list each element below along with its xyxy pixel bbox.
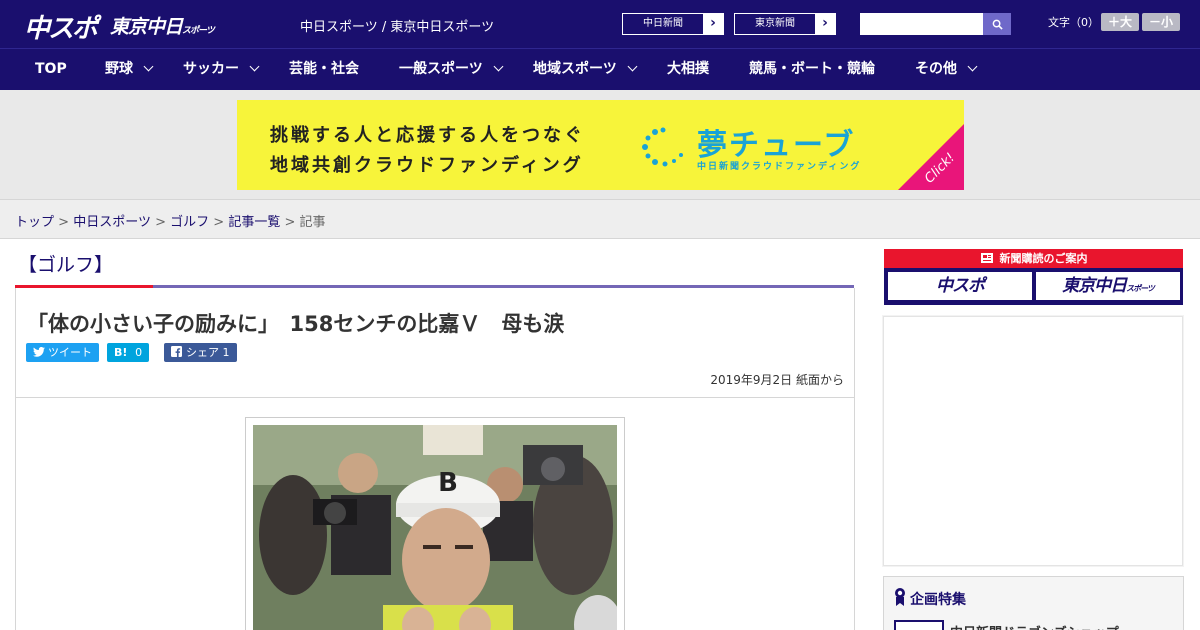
font-bigger-button[interactable]: ＋大: [1101, 13, 1139, 31]
dots-logo-icon: [642, 127, 683, 167]
breadcrumb-golf[interactable]: ゴルフ: [170, 215, 209, 230]
chevron-right-icon: ›: [822, 15, 828, 31]
facebook-share-label: シェア: [186, 346, 219, 359]
feature-item-thumbnail[interactable]: [894, 620, 944, 630]
tokyo-logo-small: スポーツ: [182, 26, 215, 36]
chevron-down-icon: [493, 61, 504, 72]
facebook-share-count: 1: [222, 346, 230, 359]
chunichi-shimbun-link[interactable]: 中日新聞 ›: [622, 13, 724, 35]
ribbon-icon: [895, 588, 905, 606]
nav-baseball[interactable]: 野球: [105, 49, 154, 91]
tokyo-shimbun-label: 東京新聞: [735, 14, 815, 34]
tokyo-shimbun-link[interactable]: 東京新聞 ›: [734, 13, 836, 35]
breadcrumb-separator: >: [155, 215, 166, 230]
nav-label: 地域スポーツ: [533, 61, 617, 77]
subscribe-chuspo-button[interactable]: 中スポ: [888, 272, 1032, 300]
font-smaller-button[interactable]: －小: [1142, 13, 1180, 31]
chevron-down-icon: [249, 61, 260, 72]
tweet-label: ツイート: [48, 346, 92, 359]
breadcrumb-chunichi-sports[interactable]: 中日スポーツ: [73, 215, 151, 230]
twitter-icon: [33, 346, 45, 357]
search-button[interactable]: [983, 13, 1011, 35]
nav-sumo[interactable]: 大相撲: [667, 49, 709, 91]
article-headline: 「体の小さい子の励みに」 158センチの比嘉Ｖ 母も涙: [27, 312, 565, 336]
breadcrumb-separator: >: [284, 215, 296, 230]
feature-box: 企画特集 中日新聞ドラゴンズショップ: [883, 576, 1184, 630]
divider: [16, 397, 854, 398]
article-photo[interactable]: B: [253, 425, 617, 630]
article-photo-frame: B: [245, 417, 625, 630]
subscribe-tokyo-chunichi-button[interactable]: 東京中日スポーツ: [1036, 272, 1180, 300]
hatena-count: 0: [135, 346, 143, 359]
ad-line-1: 挑戦する人と応援する人をつなぐ: [270, 125, 585, 146]
tokyo-chunichi-logo[interactable]: 東京中日スポーツ: [110, 12, 215, 39]
article: 「体の小さい子の励みに」 158センチの比嘉Ｖ 母も涙 ツイート B! 0 シェ…: [15, 288, 855, 630]
chunichi-shimbun-label: 中日新聞: [623, 14, 703, 34]
nav-label: サッカー: [183, 61, 239, 77]
breadcrumb-article-list[interactable]: 記事一覧: [228, 215, 280, 230]
search-input[interactable]: [860, 13, 983, 35]
main-content: 【ゴルフ】 「体の小さい子の励みに」 158センチの比嘉Ｖ 母も涙 ツイート B…: [0, 239, 1200, 630]
chevron-down-icon: [143, 61, 154, 72]
subscription-box: 新聞購読のご案内 中スポ 東京中日スポーツ: [884, 249, 1183, 305]
crowdfunding-banner-ad[interactable]: 挑戦する人と応援する人をつなぐ 地域共創クラウドファンディング 夢チューブ 中日…: [237, 100, 964, 190]
nav-label: TOP: [35, 61, 67, 77]
breadcrumb-separator: >: [58, 215, 70, 230]
font-size-label: 文字（0）: [1048, 16, 1099, 29]
nav-label: 大相撲: [667, 61, 709, 77]
subscription-header-label: 新聞購読のご案内: [999, 252, 1088, 265]
ad-brand-sub: 中日新聞クラウドファンディング: [697, 162, 862, 172]
breadcrumb-separator: >: [213, 215, 225, 230]
chevron-down-icon: [627, 61, 638, 72]
banner-ad-zone: 挑戦する人と応援する人をつなぐ 地域共創クラウドファンディング 夢チューブ 中日…: [0, 90, 1200, 200]
nav-label: その他: [915, 61, 957, 77]
nav-other[interactable]: その他: [915, 49, 978, 91]
breadcrumb-top[interactable]: トップ: [15, 215, 54, 230]
nav-label: 芸能・社会: [289, 61, 359, 77]
subscription-header: 新聞購読のご案内: [884, 249, 1183, 268]
subscribe-chuspo-label: 中スポ: [936, 276, 985, 296]
ad-line-2: 地域共創クラウドファンディング: [270, 155, 584, 176]
search-icon: [992, 19, 1003, 30]
svg-text:B: B: [438, 468, 458, 498]
hatena-bookmark-button[interactable]: B! 0: [107, 343, 150, 362]
nav-entertainment[interactable]: 芸能・社会: [289, 49, 359, 91]
nav-general-sports[interactable]: 一般スポーツ: [399, 49, 504, 91]
hatena-icon: B!: [114, 346, 128, 359]
nav-label: 一般スポーツ: [399, 61, 483, 77]
chevron-down-icon: [967, 61, 978, 72]
nav-label: 野球: [105, 61, 133, 77]
subscribe-tokyo-label: 東京中日: [1062, 276, 1127, 296]
site-names: 中日スポーツ / 東京中日スポーツ: [300, 20, 495, 35]
main-nav: TOP 野球 サッカー 芸能・社会 一般スポーツ 地域スポーツ 大相撲 競馬・ボ…: [0, 48, 1200, 90]
chuspo-logo[interactable]: 中スポ: [24, 8, 98, 45]
breadcrumb-bar: トップ > 中日スポーツ > ゴルフ > 記事一覧 > 記事: [0, 200, 1200, 239]
nav-racing[interactable]: 競馬・ボート・競輪: [749, 49, 875, 91]
facebook-share-button[interactable]: シェア 1: [164, 343, 237, 362]
yume-tube-logo: 夢チューブ: [697, 128, 856, 163]
feature-item-link[interactable]: 中日新聞ドラゴンズショップ: [950, 622, 1119, 630]
nav-local-sports[interactable]: 地域スポーツ: [533, 49, 638, 91]
nav-label: 競馬・ボート・競輪: [749, 61, 875, 77]
nav-soccer[interactable]: サッカー: [183, 49, 260, 91]
golfer-photo-illustration: B: [253, 425, 617, 630]
tweet-button[interactable]: ツイート: [26, 343, 99, 362]
category-title: 【ゴルフ】: [18, 254, 114, 276]
feature-title: 企画特集: [910, 592, 966, 608]
facebook-icon: [171, 346, 182, 357]
subscribe-tokyo-small: スポーツ: [1126, 284, 1155, 293]
tokyo-logo-text: 東京中日: [110, 16, 183, 38]
site-header: 中スポ 東京中日スポーツ 中日スポーツ / 東京中日スポーツ 中日新聞 › 東京…: [0, 0, 1200, 48]
nav-top[interactable]: TOP: [35, 49, 67, 91]
sidebar-ad-slot[interactable]: [883, 316, 1183, 566]
breadcrumb-current: 記事: [299, 215, 326, 230]
article-date: 2019年9月2日 紙面から: [710, 373, 844, 387]
newspaper-icon: [980, 253, 993, 263]
breadcrumb: トップ > 中日スポーツ > ゴルフ > 記事一覧 > 記事: [15, 211, 326, 230]
chevron-right-icon: ›: [710, 15, 716, 31]
